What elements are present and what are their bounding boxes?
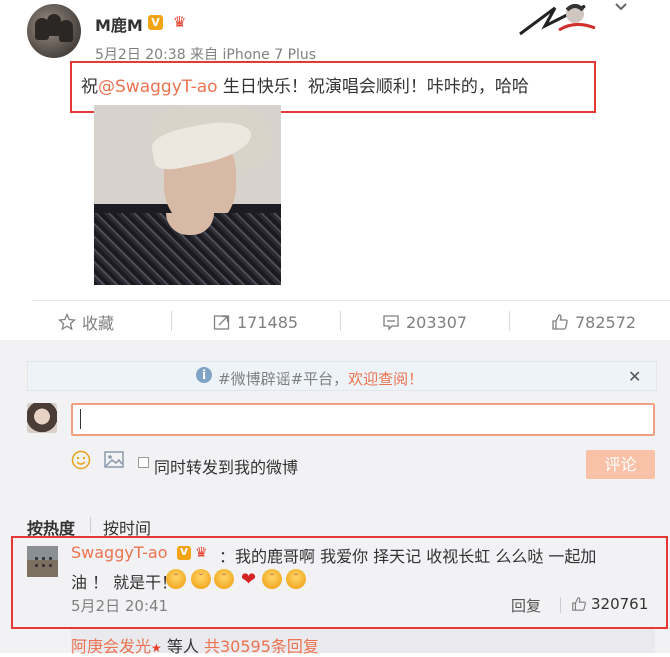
submit-comment-button[interactable]: 评论 <box>586 450 655 479</box>
comment-input[interactable] <box>71 403 655 436</box>
favorite-label: 收藏 <box>82 314 115 333</box>
repost-icon <box>213 315 230 330</box>
repost-count: 171485 <box>237 312 299 332</box>
divider <box>32 300 670 301</box>
thumbs-up-icon <box>552 314 568 330</box>
verified-badge-icon: V <box>148 15 163 30</box>
action-separator <box>340 311 341 331</box>
repost-button[interactable]: 171485 <box>213 311 298 333</box>
sub-reply-mid: 等人 <box>166 637 204 656</box>
notice-text: #微博辟谣#平台，欢迎查阅！ <box>218 368 423 389</box>
sub-reply-summary[interactable]: 阿庚会发光★ 等人 共30595条回复 <box>71 633 319 657</box>
sort-separator <box>90 517 91 533</box>
action-separator <box>509 311 510 331</box>
info-icon: i <box>196 367 212 383</box>
comment-count: 203307 <box>406 312 468 332</box>
emoji-icon[interactable] <box>71 450 91 470</box>
comment-icon <box>383 315 399 331</box>
vip-crown-icon: ♛ <box>173 13 187 31</box>
text-cursor <box>80 409 81 429</box>
image-icon[interactable] <box>104 451 124 468</box>
chevron-down-icon[interactable] <box>614 2 628 12</box>
weibo-post-card: M鹿M V ♛ 5月2日 20:38 来自 iPhone 7 Plus 祝@Sw… <box>0 0 670 656</box>
sub-reply-count[interactable]: 共30595条回复 <box>204 637 319 656</box>
notice-tag[interactable]: #微博辟谣#平台， <box>218 370 348 388</box>
like-count: 782572 <box>575 312 637 332</box>
forward-label: 同时转发到我的微博 <box>154 458 299 477</box>
sub-reply-user[interactable]: 阿庚会发光 <box>71 637 151 656</box>
highlight-box-comment <box>11 536 668 629</box>
action-separator <box>171 311 172 331</box>
like-button[interactable]: 782572 <box>551 311 636 333</box>
banner-logo <box>519 4 596 36</box>
poster-username[interactable]: M鹿M <box>95 12 143 36</box>
poster-avatar[interactable] <box>27 4 81 58</box>
notice-link[interactable]: 欢迎查阅！ <box>348 370 423 388</box>
comment-button[interactable]: 203307 <box>382 311 467 333</box>
favorite-button[interactable]: 收藏 <box>58 311 114 333</box>
forward-checkbox[interactable] <box>138 457 149 468</box>
close-icon[interactable]: ✕ <box>628 367 641 386</box>
post-photo[interactable] <box>94 105 281 285</box>
star-icon <box>58 313 76 331</box>
current-user-avatar <box>27 403 57 433</box>
